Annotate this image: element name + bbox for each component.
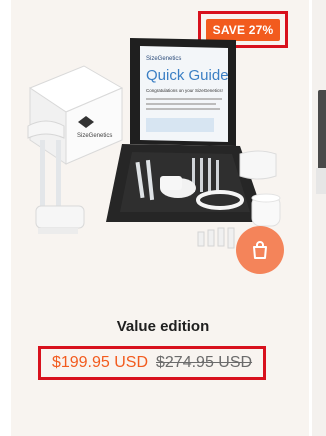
box-brand-text: SizeGenetics — [77, 133, 112, 139]
guide-brand-text: SizeGenetics — [146, 56, 181, 62]
guide-heading-text: Congratulations on your SizeGenetics! — [146, 88, 223, 93]
next-product-image-fragment — [318, 90, 326, 170]
price-highlight: $199.95 USD $274.95 USD — [38, 346, 266, 380]
original-price: $274.95 USD — [156, 354, 253, 371]
add-to-cart-button[interactable] — [236, 226, 284, 274]
next-product-card-peek[interactable] — [312, 0, 326, 436]
shopping-bag-icon — [253, 241, 267, 259]
sale-price: $199.95 USD — [51, 354, 148, 371]
product-title[interactable]: Value edition — [0, 318, 326, 335]
guide-title-text: Quick Guide — [146, 67, 229, 84]
next-product-image-fragment-2 — [316, 168, 326, 194]
